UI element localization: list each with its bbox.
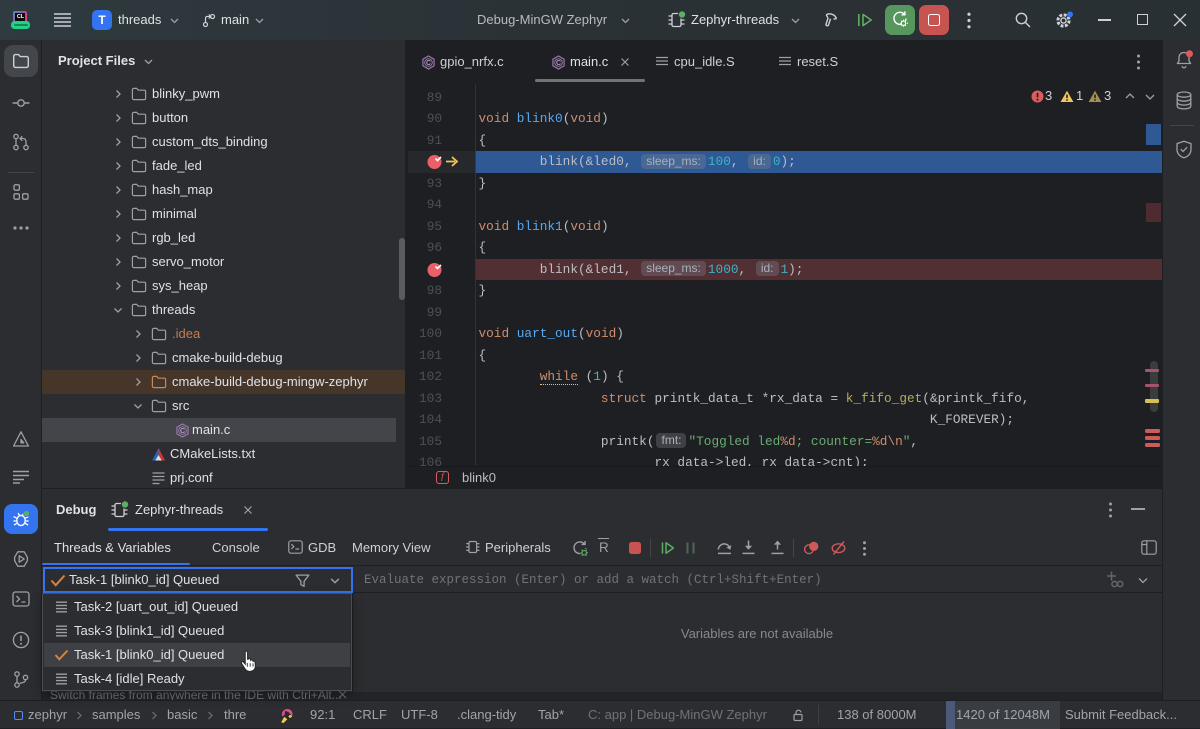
svg-text:C: C [556, 60, 561, 67]
svg-text:C: C [426, 60, 431, 67]
svg-text:C: C [180, 428, 185, 435]
